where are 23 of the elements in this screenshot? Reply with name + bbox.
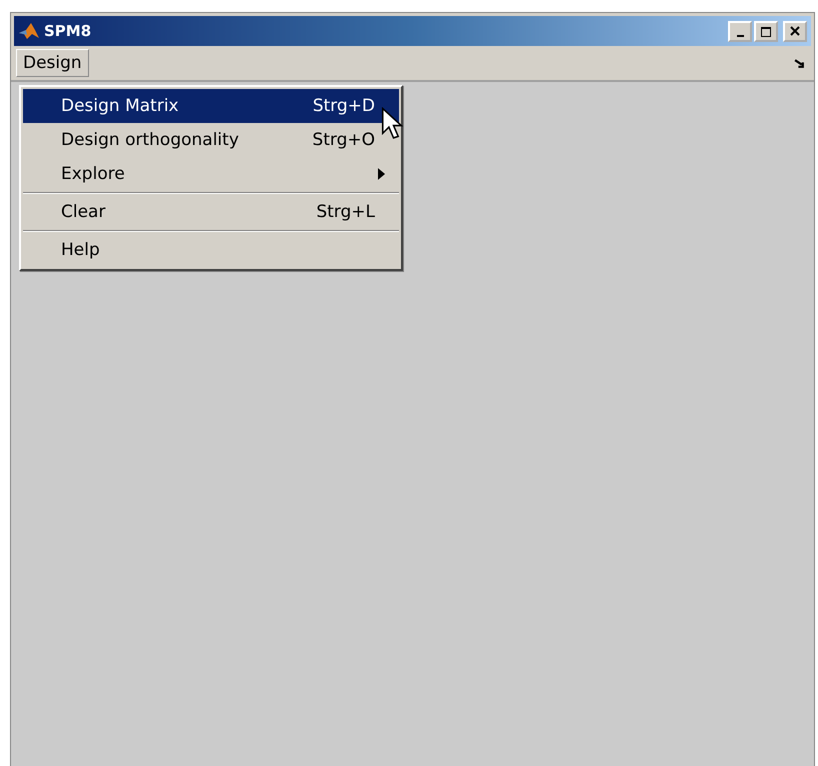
menu-item[interactable]: Design orthogonality Strg+O	[23, 123, 399, 157]
menu-item[interactable]: Explore	[23, 157, 399, 191]
dock-arrow-icon[interactable]	[794, 58, 805, 68]
close-button[interactable]	[783, 20, 807, 42]
shortcut-label: Strg+D	[312, 96, 375, 116]
close-icon	[790, 26, 800, 36]
menu-item[interactable]: Design Matrix Strg+D	[23, 89, 399, 123]
menu-item-label: Design orthogonality	[61, 130, 239, 150]
menu-item-label: Explore	[61, 164, 125, 184]
maximize-button[interactable]	[754, 20, 778, 42]
minimize-icon	[736, 34, 744, 36]
menu-bar-item[interactable]: Design	[16, 49, 89, 77]
menu-item[interactable]: Clear Strg+L	[23, 195, 399, 229]
menu-item[interactable]: Help	[23, 233, 399, 267]
maximize-icon	[761, 26, 771, 36]
window-title: SPM8	[44, 22, 92, 40]
logo-icon	[18, 22, 40, 40]
minimize-button[interactable]	[728, 20, 752, 42]
shortcut-label: Strg+L	[316, 202, 375, 222]
menu-item-label: Help	[61, 240, 100, 260]
shortcut-label: Strg+O	[312, 130, 375, 150]
menu-item-label: Design Matrix	[61, 96, 179, 116]
menu-item-label: Clear	[61, 202, 106, 222]
